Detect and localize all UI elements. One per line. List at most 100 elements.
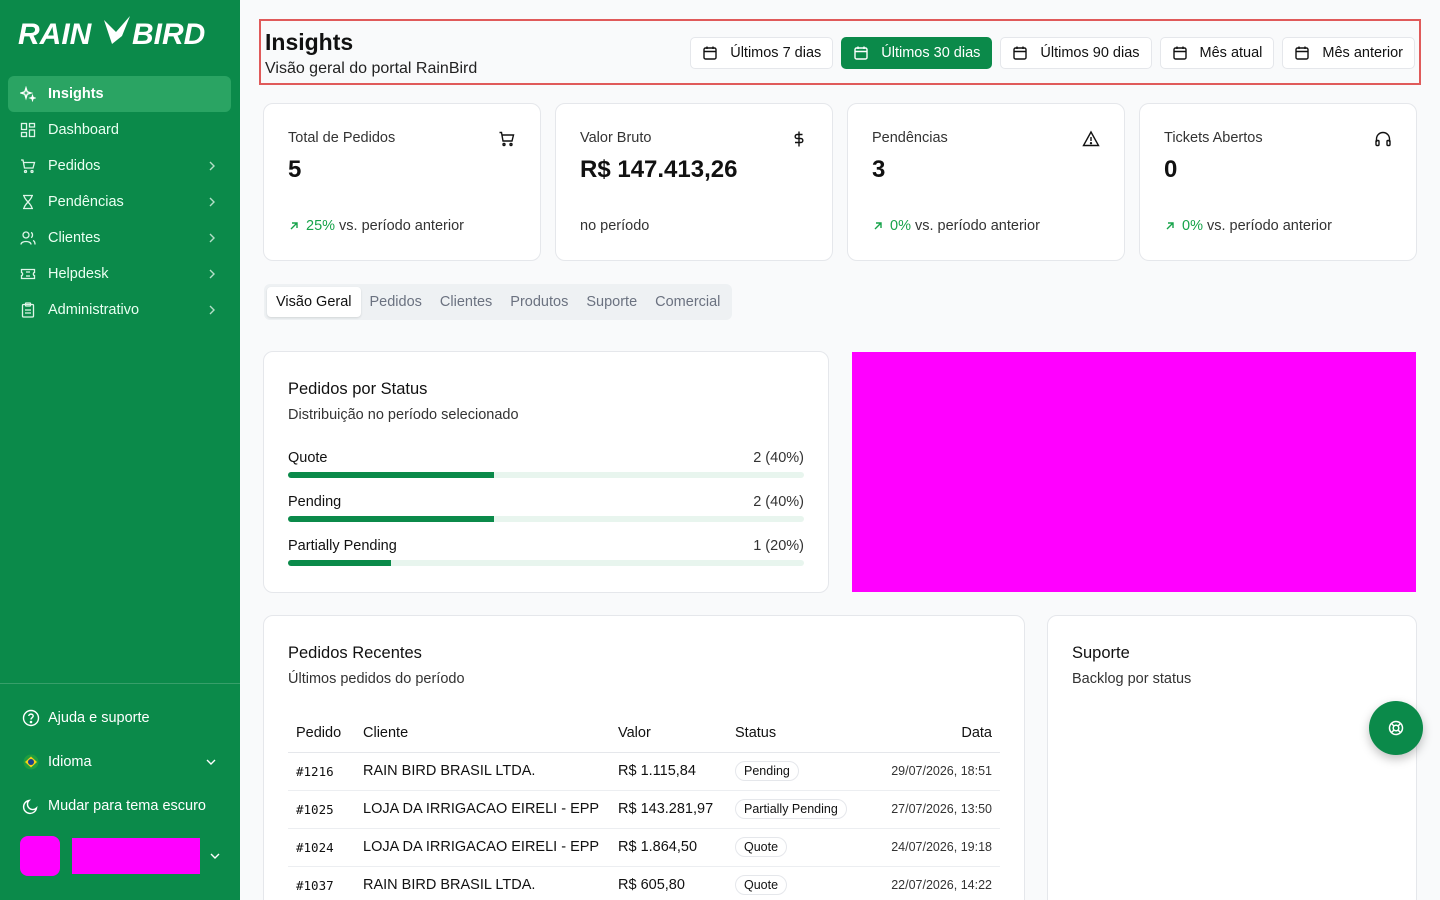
lifebuoy-icon — [1388, 720, 1404, 736]
table-header-row: Pedido Cliente Valor Status Data — [288, 714, 1000, 753]
chevron-right-icon — [209, 161, 215, 171]
arrow-up-right-icon — [1166, 222, 1174, 230]
order-client: RAIN BIRD BRASIL LTDA. — [355, 752, 610, 791]
tab-comercial[interactable]: Comercial — [646, 287, 729, 317]
sidebar-item-pedidos[interactable]: Pedidos — [8, 148, 231, 184]
status-count: 2 (40%) — [753, 450, 804, 466]
sidebar-item-label: Helpdesk — [48, 266, 109, 282]
order-value: R$ 605,80 — [610, 866, 727, 900]
date-range-selector: Últimos 7 dias Últimos 30 dias Últimos 9… — [690, 37, 1415, 69]
grid-icon — [20, 122, 36, 138]
table-row[interactable]: #1024 LOJA DA IRRIGACAO EIRELI - EPP R$ … — [288, 828, 1000, 867]
sidebar-item-label: Insights — [48, 86, 104, 102]
users-icon — [20, 230, 36, 246]
tab-produtos[interactable]: Produtos — [501, 287, 577, 317]
status-badge: Pending — [735, 761, 799, 781]
orders-by-status-card: Pedidos por Status Distribuição no perío… — [263, 351, 829, 593]
sidebar-item-label: Clientes — [48, 230, 101, 246]
calendar-icon — [1013, 46, 1028, 60]
order-id: #1025 — [288, 790, 355, 829]
sidebar-item-label: Pedidos — [48, 158, 101, 174]
stat-trend-percent: 0% — [890, 218, 911, 234]
stat-card-valor-bruto: Valor Bruto R$ 147.413,26 no período — [555, 103, 833, 261]
page-title: Insights — [265, 29, 354, 55]
stat-trend: 0% vs. período anterior — [872, 218, 1040, 234]
tab-suporte[interactable]: Suporte — [577, 287, 646, 317]
stat-trend-percent: 25% — [306, 218, 336, 234]
stat-value: R$ 147.413,26 — [580, 156, 738, 183]
tab-visao-geral[interactable]: Visão Geral — [267, 287, 361, 317]
chevron-right-icon — [209, 305, 215, 315]
brazil-flag-icon — [22, 753, 40, 771]
order-client: LOJA DA IRRIGACAO EIRELI - EPP — [355, 790, 610, 829]
range-button-30-days[interactable]: Últimos 30 dias — [841, 37, 993, 69]
language-selector[interactable]: Idioma — [14, 740, 226, 784]
sidebar-item-helpdesk[interactable]: Helpdesk — [8, 256, 231, 292]
stat-card-pendencias: Pendências 3 0% vs. período anterior — [847, 103, 1125, 261]
stat-trend-text: vs. período anterior — [914, 218, 1040, 234]
status-count: 1 (20%) — [753, 538, 804, 554]
column-header-status: Status — [727, 714, 867, 753]
sidebar-item-dashboard[interactable]: Dashboard — [8, 112, 231, 148]
table-row[interactable]: #1025 LOJA DA IRRIGACAO EIRELI - EPP R$ … — [288, 790, 1000, 829]
sidebar-divider — [0, 683, 240, 684]
order-status-cell: Quote — [727, 828, 867, 867]
order-client: LOJA DA IRRIGACAO EIRELI - EPP — [355, 828, 610, 867]
order-status-cell: Partially Pending — [727, 790, 867, 829]
svg-text:RAIN: RAIN — [18, 18, 93, 51]
status-count: 2 (40%) — [753, 494, 804, 510]
order-value: R$ 143.281,97 — [610, 790, 727, 829]
range-button-90-days[interactable]: Últimos 90 dias — [1000, 37, 1152, 69]
rain-bird-logo[interactable]: RAIN BIRD — [18, 10, 218, 56]
status-bar-fill — [288, 560, 392, 566]
sidebar: RAIN BIRD Insights Dashboard Pedidos Pen… — [0, 0, 240, 900]
tab-pedidos[interactable]: Pedidos — [361, 287, 431, 317]
stat-label: Valor Bruto — [580, 130, 652, 146]
ticket-icon — [20, 266, 36, 282]
help-support-link[interactable]: Ajuda e suporte — [14, 696, 226, 740]
status-bar-fill — [288, 516, 495, 522]
calendar-icon — [854, 46, 868, 60]
tab-clientes[interactable]: Clientes — [431, 287, 501, 317]
clipboard-icon — [20, 302, 36, 318]
range-label: Mês anterior — [1322, 45, 1403, 61]
stat-card-total-pedidos: Total de Pedidos 5 25% vs. período anter… — [263, 103, 541, 261]
stat-trend: no período — [580, 218, 649, 234]
sidebar-item-label: Dashboard — [48, 122, 119, 138]
column-header-data: Data — [867, 714, 1000, 753]
cart-icon — [499, 131, 515, 147]
moon-icon — [22, 797, 40, 815]
svg-text:BIRD: BIRD — [132, 18, 205, 51]
stat-value: 0 — [1164, 156, 1178, 183]
stat-trend-text: no período — [580, 218, 650, 234]
range-button-current-month[interactable]: Mês atual — [1159, 37, 1275, 69]
table-row[interactable]: #1216 RAIN BIRD BRASIL LTDA. R$ 1.115,84… — [288, 752, 1000, 791]
chevron-down-icon — [206, 759, 216, 765]
order-client: RAIN BIRD BRASIL LTDA. — [355, 866, 610, 900]
user-menu[interactable] — [20, 836, 225, 876]
sparkles-icon — [20, 86, 36, 102]
stat-trend-text: vs. período anterior — [339, 218, 464, 234]
sidebar-item-insights[interactable]: Insights — [8, 76, 231, 112]
stat-trend-text: vs. período anterior — [1206, 218, 1332, 234]
order-date: 29/07/2026, 18:51 — [867, 752, 1000, 791]
card-title: Suporte — [1072, 644, 1130, 662]
status-bar-track — [288, 516, 804, 522]
chevron-down-icon — [210, 853, 220, 859]
sidebar-item-administrativo[interactable]: Administrativo — [8, 292, 231, 328]
sidebar-item-clientes[interactable]: Clientes — [8, 220, 231, 256]
card-title: Pedidos Recentes — [288, 644, 422, 662]
stat-label: Pendências — [872, 130, 948, 146]
order-value: R$ 1.115,84 — [610, 752, 727, 791]
help-chat-button[interactable] — [1369, 701, 1423, 755]
arrow-up-right-icon — [290, 222, 298, 230]
chevron-right-icon — [209, 233, 215, 243]
dark-theme-toggle[interactable]: Mudar para tema escuro — [14, 784, 226, 828]
calendar-icon — [1295, 46, 1310, 60]
stat-trend: 25% vs. período anterior — [288, 218, 464, 234]
sidebar-item-pendencias[interactable]: Pendências — [8, 184, 231, 220]
table-row[interactable]: #1037 RAIN BIRD BRASIL LTDA. R$ 605,80 Q… — [288, 866, 1000, 900]
range-button-previous-month[interactable]: Mês anterior — [1282, 37, 1415, 69]
range-button-7-days[interactable]: Últimos 7 dias — [690, 37, 834, 69]
stat-card-tickets-abertos: Tickets Abertos 0 0% vs. período anterio… — [1139, 103, 1417, 261]
